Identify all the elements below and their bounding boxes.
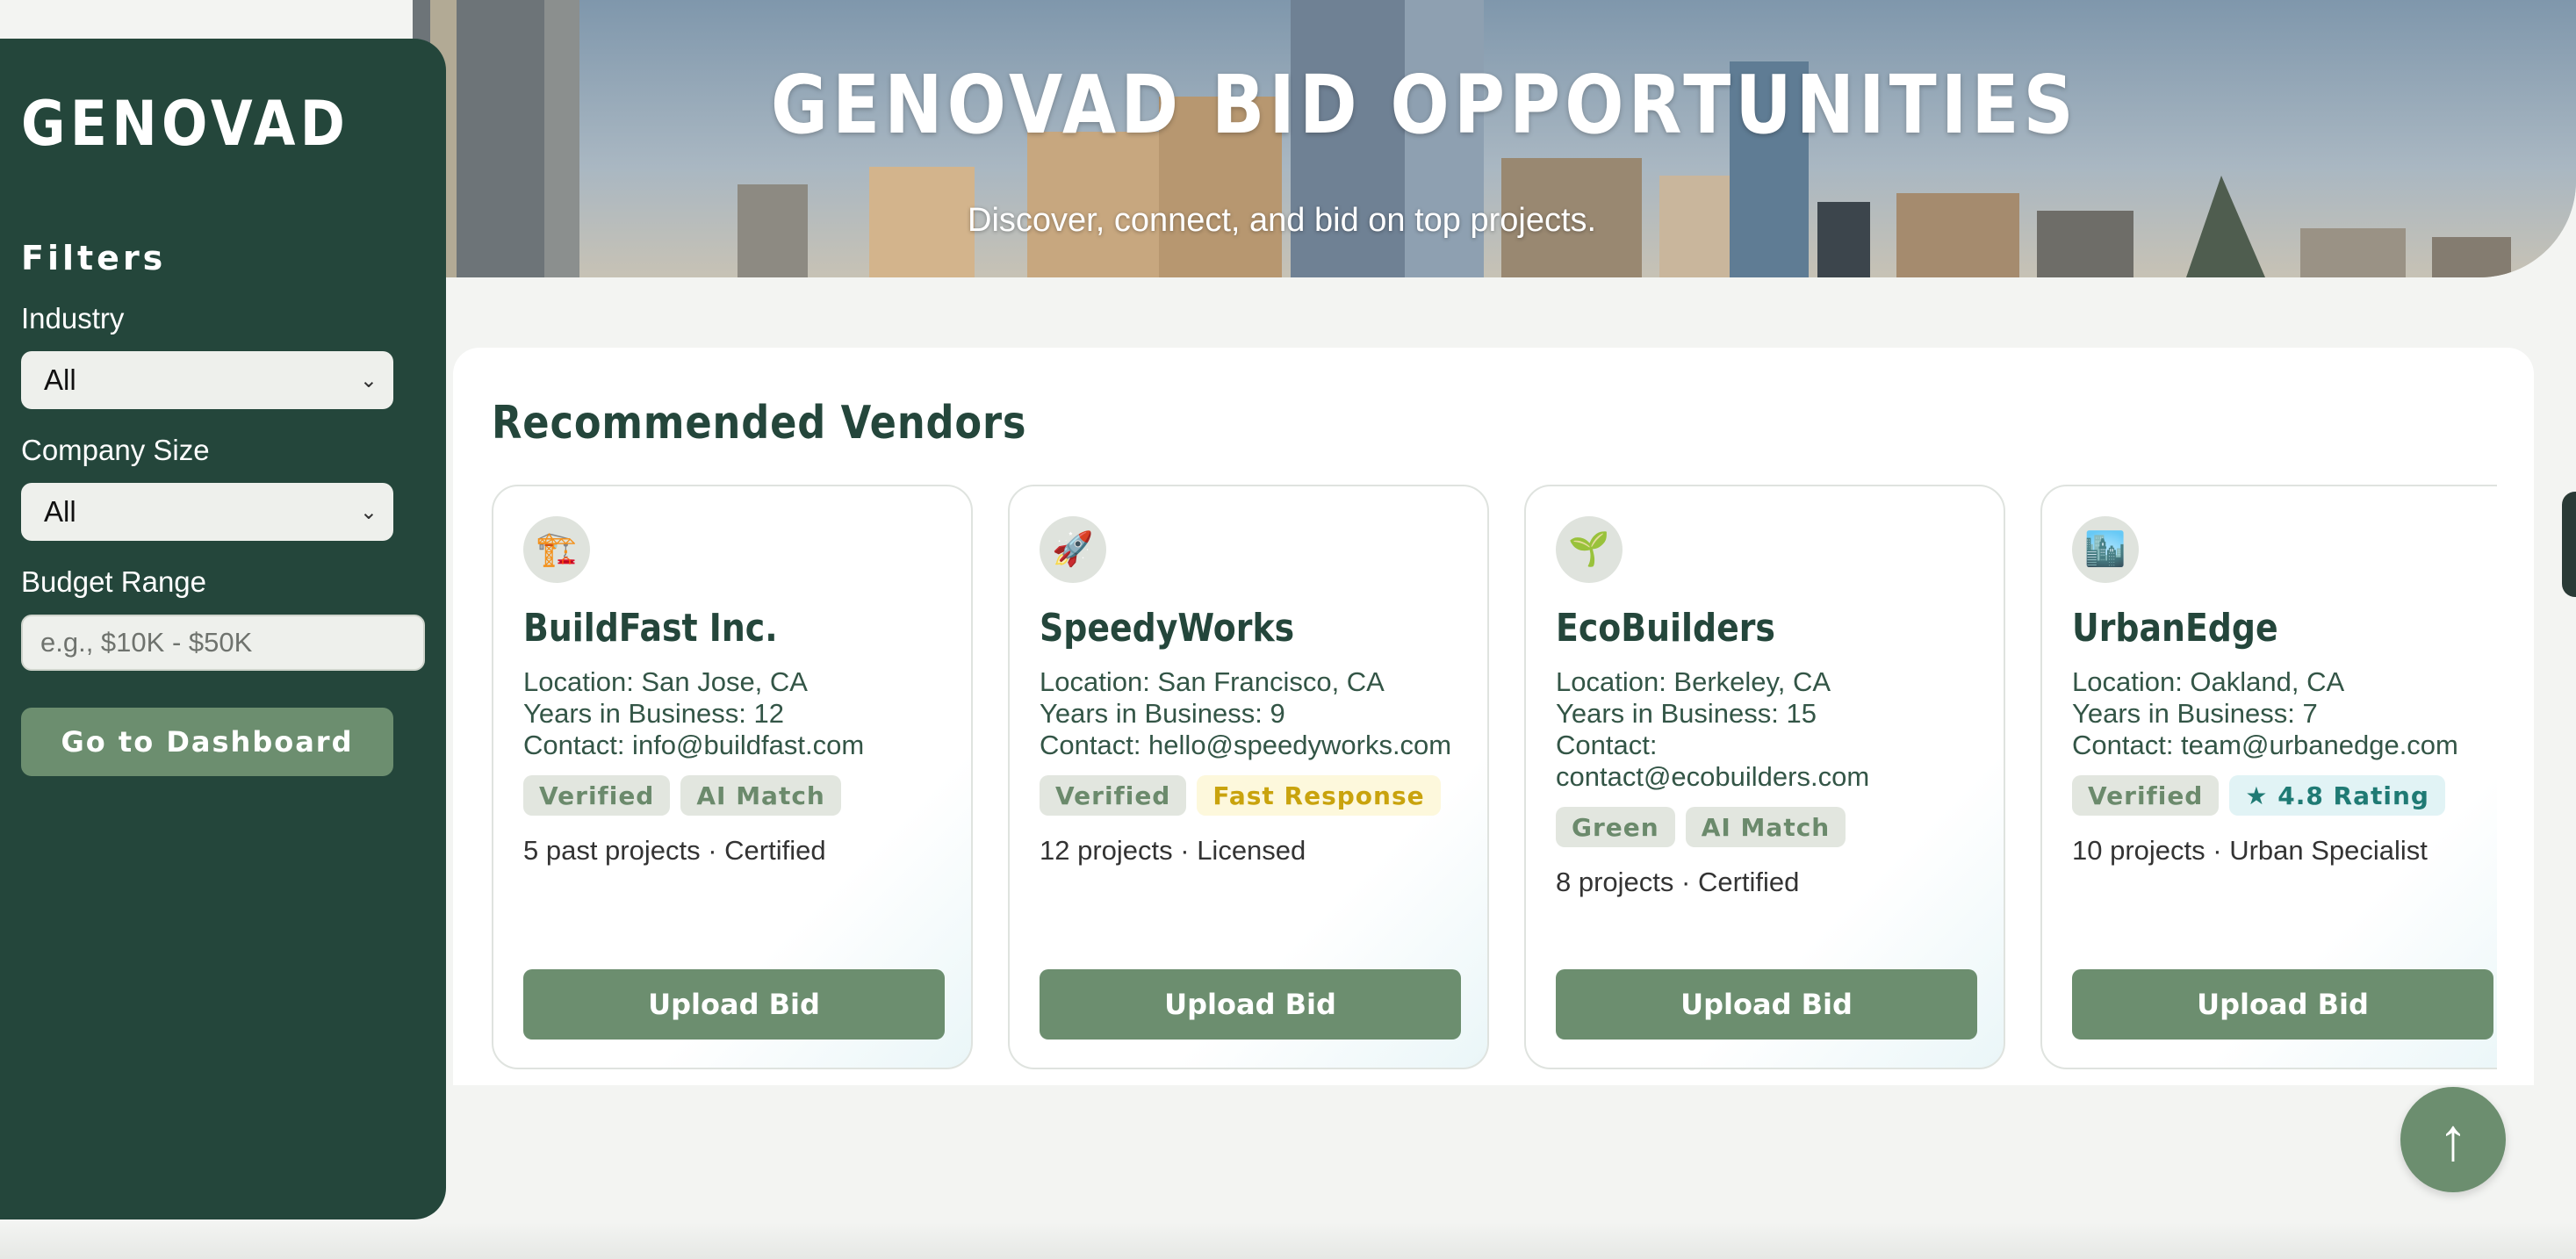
vendor-emoji-icon: 🚀: [1052, 531, 1094, 568]
vendor-name[interactable]: EcoBuilders: [1556, 606, 1915, 651]
vendor-avatar-icon: 🌱: [1556, 516, 1623, 583]
vendor-info: Location: Oakland, CA Years in Business: …: [2072, 666, 2490, 761]
vendor-meta: 10 projects · Urban Specialist: [2072, 835, 2428, 866]
arrow-up-icon: ↑: [2438, 1106, 2468, 1173]
budget-range-input[interactable]: [21, 615, 425, 671]
vendor-emoji-icon: 🌱: [1568, 531, 1610, 568]
vendor-badge: AI Match: [1685, 807, 1846, 847]
vendor-meta: 12 projects · Licensed: [1040, 835, 1306, 866]
vendor-card[interactable]: 🏗️ BuildFast Inc. Location: San Jose, CA Ye…: [492, 485, 973, 1069]
upload-bid-button[interactable]: Upload Bid: [2072, 969, 2493, 1040]
industry-label: Industry: [21, 302, 125, 335]
vendor-badges: Verified Fast Response: [1040, 775, 1457, 816]
vendor-meta: 5 past projects · Certified: [523, 835, 826, 866]
vendor-badges: Verified AI Match: [523, 775, 941, 816]
company-size-select[interactable]: All ⌄: [21, 483, 393, 541]
vendor-emoji-icon: 🏗️: [536, 531, 578, 568]
vendor-card-list[interactable]: 🏗️ BuildFast Inc. Location: San Jose, CA Ye…: [492, 485, 2497, 1082]
vendor-card[interactable]: 🌱 EcoBuilders Location: Berkeley, CA Years …: [1524, 485, 2005, 1069]
vendor-badge: Verified: [523, 775, 671, 816]
vendor-info: Location: San Francisco, CA Years in Busi…: [1040, 666, 1457, 761]
scroll-to-top-button[interactable]: ↑: [2400, 1087, 2506, 1192]
hero-banner: GENOVAD BID OPPORTUNITIES Discover, conn…: [413, 0, 2576, 277]
vendor-meta: 8 projects · Certified: [1556, 867, 1800, 897]
vendor-years: Years in Business: 9: [1040, 698, 1285, 729]
page-footer-edge: [0, 1222, 2576, 1259]
brand-logo[interactable]: GENOVAD: [21, 88, 377, 160]
vendor-contact[interactable]: Contact: hello@speedyworks.com: [1040, 730, 1457, 761]
sidebar: GENOVAD Filters Industry All ⌄ Company S…: [0, 39, 446, 1219]
vendor-badge: Fast Response: [1197, 775, 1441, 816]
go-to-dashboard-button[interactable]: Go to Dashboard: [21, 708, 393, 776]
vendor-name[interactable]: UrbanEdge: [2072, 606, 2431, 651]
vendor-contact[interactable]: Contact: team@urbanedge.com: [2072, 730, 2490, 761]
page: GENOVAD BID OPPORTUNITIES Discover, conn…: [0, 0, 2576, 1259]
vendor-badge: AI Match: [680, 775, 841, 816]
upload-bid-button[interactable]: Upload Bid: [1040, 969, 1461, 1040]
vendor-info: Location: San Jose, CA Years in Business:…: [523, 666, 941, 761]
chevron-down-icon: ⌄: [359, 368, 378, 392]
vendor-location: Location: San Francisco, CA: [1040, 666, 1385, 697]
vendor-avatar-icon: 🚀: [1040, 516, 1106, 583]
hero-title: GENOVAD BID OPPORTUNITIES: [771, 58, 2078, 152]
vendor-location: Location: Oakland, CA: [2072, 666, 2345, 697]
chevron-down-icon: ⌄: [359, 500, 378, 524]
vendor-name[interactable]: BuildFast Inc.: [523, 606, 882, 651]
vendor-badges: Verified ★ 4.8 Rating: [2072, 775, 2490, 816]
industry-select[interactable]: All ⌄: [21, 351, 393, 409]
vendor-badges: Green AI Match: [1556, 807, 1974, 847]
budget-range-label: Budget Range: [21, 565, 207, 598]
vendors-panel: Recommended Vendors 🏗️ BuildFast Inc. Loca…: [453, 348, 2534, 1085]
company-size-select-value: All: [44, 495, 76, 528]
vendor-badge: Verified: [1040, 775, 1187, 816]
vendor-info: Location: Berkeley, CA Years in Business:…: [1556, 666, 1974, 793]
vendor-years: Years in Business: 7: [2072, 698, 2318, 729]
section-title: Recommended Vendors: [492, 397, 1027, 450]
vendor-badge: ★ 4.8 Rating: [2229, 775, 2445, 816]
vendor-badge: Verified: [2072, 775, 2220, 816]
vendor-location: Location: San Jose, CA: [523, 666, 808, 697]
hero-subtitle: Discover, connect, and bid on top projec…: [968, 202, 1597, 239]
vendor-years: Years in Business: 12: [523, 698, 784, 729]
vendor-avatar-icon: 🏗️: [523, 516, 590, 583]
vendor-years: Years in Business: 15: [1556, 698, 1817, 729]
vendor-card[interactable]: 🚀 SpeedyWorks Location: San Francisco, CA Y…: [1008, 485, 1489, 1069]
scrollbar-thumb[interactable]: [2562, 492, 2576, 597]
industry-select-value: All: [44, 363, 76, 396]
vendor-emoji-icon: 🏙️: [2084, 531, 2126, 568]
vendor-location: Location: Berkeley, CA: [1556, 666, 1831, 697]
upload-bid-button[interactable]: Upload Bid: [523, 969, 945, 1040]
vendor-badge: Green: [1556, 807, 1675, 847]
vendor-name[interactable]: SpeedyWorks: [1040, 606, 1399, 651]
company-size-label: Company Size: [21, 434, 210, 466]
filters-title: Filters: [21, 239, 167, 277]
vendor-card[interactable]: 🏙️ UrbanEdge Location: Oakland, CA Years in…: [2040, 485, 2497, 1069]
vendor-contact[interactable]: Contact: info@buildfast.com: [523, 730, 941, 761]
vendor-contact[interactable]: Contact: contact@ecobuilders.com: [1556, 730, 1974, 793]
upload-bid-button[interactable]: Upload Bid: [1556, 969, 1977, 1040]
vendor-avatar-icon: 🏙️: [2072, 516, 2139, 583]
